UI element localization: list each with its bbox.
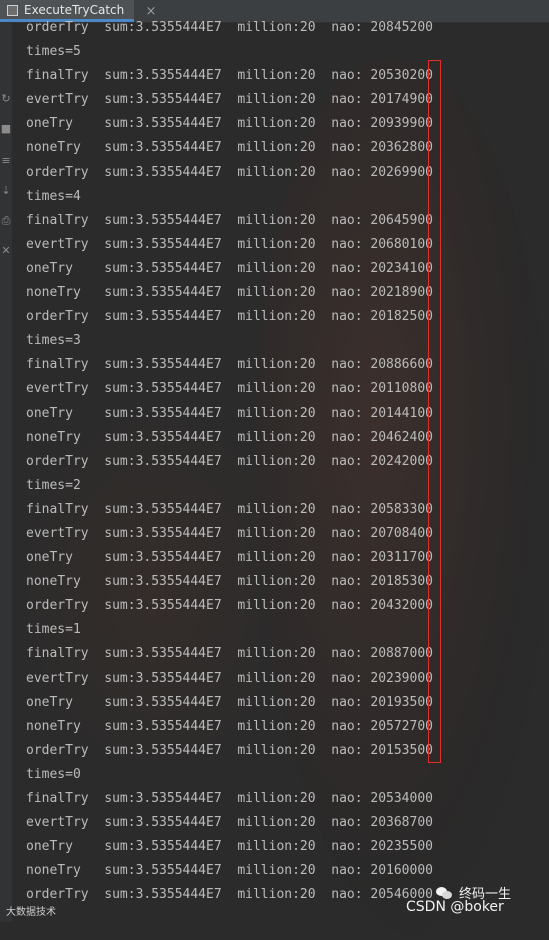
wechat-icon <box>436 886 454 900</box>
console-icon <box>6 4 18 16</box>
console-line: noneTry sum:3.5355444E7 million:20 nao: … <box>26 140 433 156</box>
watermark-credit: CSDN @boker <box>406 899 504 915</box>
console-line: noneTry sum:3.5355444E7 million:20 nao: … <box>26 429 433 445</box>
rerun-icon[interactable]: ↻ <box>0 90 12 108</box>
console-line: noneTry sum:3.5355444E7 million:20 nao: … <box>26 574 433 590</box>
console-line: times=0 <box>26 766 81 782</box>
console-line: times=2 <box>26 477 81 493</box>
console-line: orderTry sum:3.5355444E7 million:20 nao:… <box>26 742 433 758</box>
console-line: times=5 <box>26 44 81 60</box>
console-line: orderTry sum:3.5355444E7 million:20 nao:… <box>26 598 433 614</box>
watermark-right: 终码一生 CSDN @boker <box>406 879 544 919</box>
console-line: oneTry sum:3.5355444E7 million:20 nao: 2… <box>26 839 433 855</box>
console-line: evertTry sum:3.5355444E7 million:20 nao:… <box>26 92 433 108</box>
console-line: oneTry sum:3.5355444E7 million:20 nao: 2… <box>26 116 433 132</box>
console-line: orderTry sum:3.5355444E7 million:20 nao:… <box>26 164 433 180</box>
console-line: evertTry sum:3.5355444E7 million:20 nao:… <box>26 670 433 686</box>
stop-icon[interactable]: ■ <box>0 120 12 138</box>
console-line: noneTry sum:3.5355444E7 million:20 nao: … <box>26 718 433 734</box>
console-line: finalTry sum:3.5355444E7 million:20 nao:… <box>26 212 433 228</box>
console-line: times=3 <box>26 333 81 349</box>
console-line: oneTry sum:3.5355444E7 million:20 nao: 2… <box>26 405 433 421</box>
console-line: times=4 <box>26 188 81 204</box>
console-line: orderTry sum:3.5355444E7 million:20 nao:… <box>26 309 433 325</box>
console-line: oneTry sum:3.5355444E7 million:20 nao: 2… <box>26 550 433 566</box>
console-line: times=1 <box>26 622 81 638</box>
console-line: finalTry sum:3.5355444E7 million:20 nao:… <box>26 791 433 806</box>
wrap-icon[interactable]: ≡ <box>0 152 12 170</box>
console-line: finalTry sum:3.5355444E7 million:20 nao:… <box>26 68 433 84</box>
watermark-left: 大数据技术 <box>6 907 56 918</box>
scroll-icon[interactable]: ⇣ <box>0 182 12 200</box>
console-line: evertTry sum:3.5355444E7 million:20 nao:… <box>26 525 433 541</box>
console-line: orderTry sum:3.5355444E7 million:20 nao:… <box>26 453 433 469</box>
trash-icon[interactable]: ✕ <box>0 242 12 260</box>
console-line: evertTry sum:3.5355444E7 million:20 nao:… <box>26 815 433 831</box>
console-gutter: ↻ ■ ≡ ⇣ ⎙ ✕ <box>0 22 12 922</box>
console-line: oneTry sum:3.5355444E7 million:20 nao: 2… <box>26 260 433 276</box>
console-line: orderTry sum:3.5355444E7 million:20 nao:… <box>26 20 433 35</box>
console-line: noneTry sum:3.5355444E7 million:20 nao: … <box>26 285 433 301</box>
tab-label: ExecuteTryCatch <box>24 2 125 17</box>
console-line: finalTry sum:3.5355444E7 million:20 nao:… <box>26 501 433 517</box>
print-icon[interactable]: ⎙ <box>0 212 12 230</box>
console-line: oneTry sum:3.5355444E7 million:20 nao: 2… <box>26 694 433 710</box>
console-output[interactable]: orderTry sum:3.5355444E7 million:20 nao:… <box>26 16 546 907</box>
console-line: finalTry sum:3.5355444E7 million:20 nao:… <box>26 646 433 662</box>
console-line: finalTry sum:3.5355444E7 million:20 nao:… <box>26 357 433 373</box>
console-line: evertTry sum:3.5355444E7 million:20 nao:… <box>26 236 433 252</box>
console-line: evertTry sum:3.5355444E7 million:20 nao:… <box>26 381 433 397</box>
